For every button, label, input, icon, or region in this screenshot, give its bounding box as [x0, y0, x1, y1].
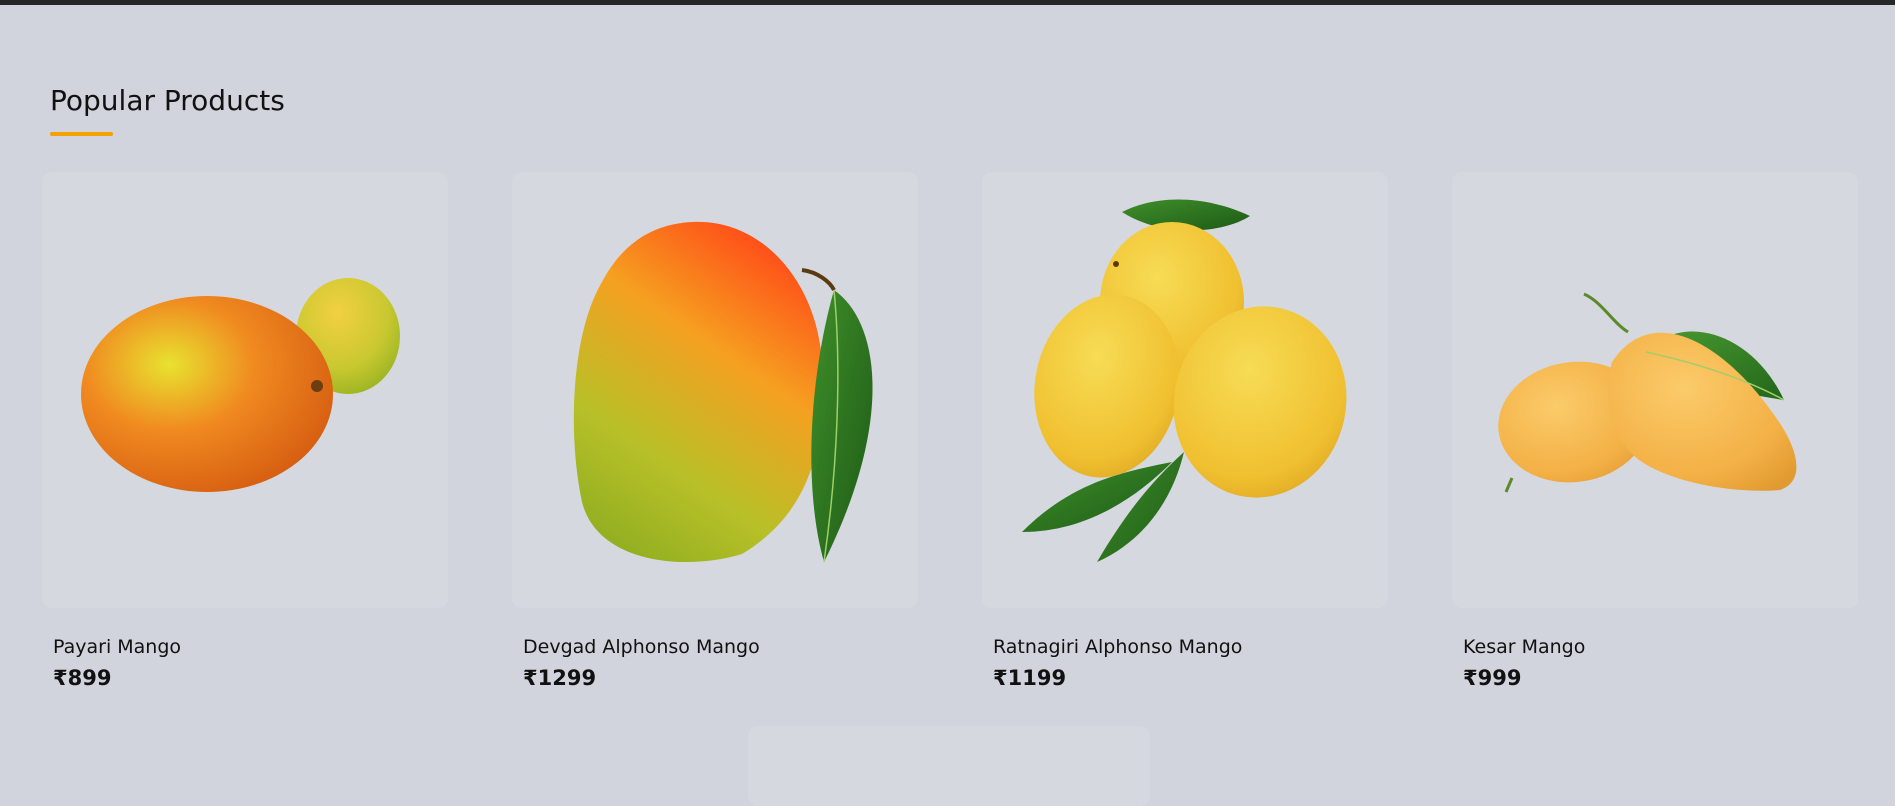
- section-title: Popular Products: [50, 84, 285, 117]
- ratnagiri-alphonso-mango-image: [1022, 199, 1347, 562]
- devgad-alphonso-mango-image: [573, 221, 873, 563]
- product-card[interactable]: Kesar Mango ₹999: [1452, 172, 1858, 690]
- product-name[interactable]: Devgad Alphonso Mango: [523, 636, 760, 658]
- product-image[interactable]: [1452, 172, 1858, 608]
- next-row-card[interactable]: [748, 726, 1150, 806]
- top-bar: [0, 0, 1895, 5]
- product-name[interactable]: Ratnagiri Alphonso Mango: [993, 636, 1242, 658]
- product-price: ₹999: [1463, 666, 1522, 690]
- product-card[interactable]: Ratnagiri Alphonso Mango ₹1199: [982, 172, 1388, 690]
- product-image[interactable]: [42, 172, 448, 608]
- kesar-mango-image: [1498, 292, 1797, 493]
- product-card[interactable]: Payari Mango ₹899: [42, 172, 448, 690]
- title-underline: [50, 132, 113, 136]
- product-name[interactable]: Kesar Mango: [1463, 636, 1585, 658]
- product-image[interactable]: [512, 172, 918, 608]
- payari-mango-image: [81, 278, 400, 492]
- product-card[interactable]: Devgad Alphonso Mango ₹1299: [512, 172, 918, 690]
- product-price: ₹1299: [523, 666, 597, 690]
- product-price: ₹1199: [993, 666, 1067, 690]
- product-price: ₹899: [53, 666, 112, 690]
- product-image[interactable]: [982, 172, 1388, 608]
- product-name[interactable]: Payari Mango: [53, 636, 181, 658]
